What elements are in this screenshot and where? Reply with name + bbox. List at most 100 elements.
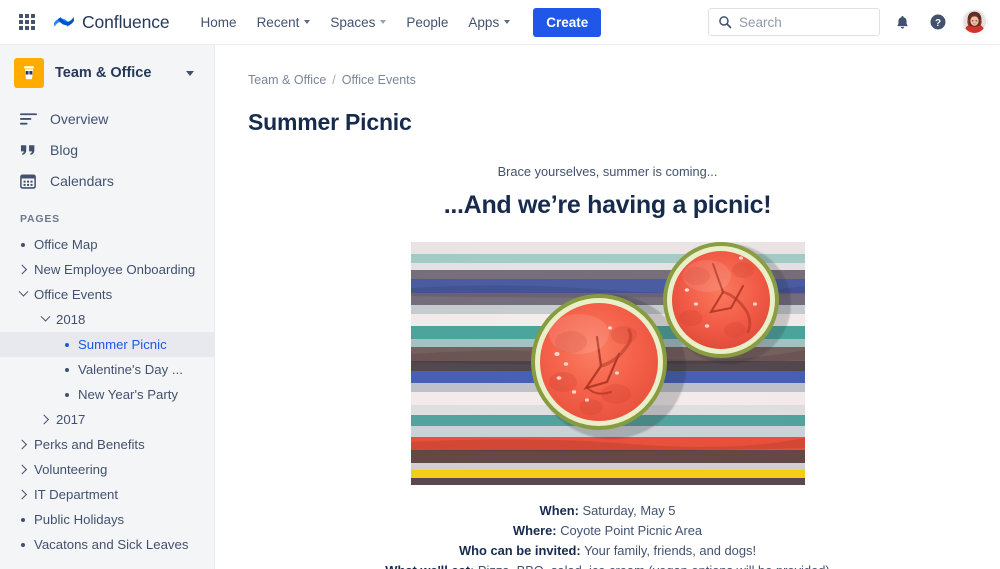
page-content: Brace yourselves, summer is coming... ..…	[215, 164, 1000, 569]
space-avatar	[14, 58, 44, 88]
chevron-right-icon[interactable]	[34, 414, 56, 425]
bullet-dot	[65, 342, 69, 347]
space-name: Team & Office	[55, 65, 152, 81]
question-circle-icon: ?	[930, 14, 946, 30]
event-detail-value: Your family, friends, and dogs!	[584, 543, 757, 558]
watermelon-photo	[410, 242, 805, 485]
content-headline: ...And we’re having a picnic!	[443, 191, 772, 219]
page-tree-item-label: Vacatons and Sick Leaves	[34, 537, 189, 552]
page-tree-item-label: Office Events	[34, 287, 113, 302]
bullet-dot-icon	[12, 242, 34, 247]
chevron-down-icon	[380, 20, 387, 24]
page-tree-item[interactable]: Volunteering	[0, 457, 214, 482]
space-nav-list: Overview Blog Calendars	[0, 101, 214, 196]
event-detail-value: Pizza, BBQ, salad, ice cream (vegan opti…	[478, 563, 830, 569]
user-avatar[interactable]	[962, 9, 988, 35]
chevron-down-icon[interactable]	[12, 286, 34, 298]
header-right-tools: ?	[708, 8, 990, 36]
breadcrumb-space-link[interactable]: Team & Office	[248, 73, 326, 87]
nav-item-label: People	[406, 14, 449, 30]
bullet-dot-icon	[56, 342, 78, 347]
page-tree-item-label: Office Map	[34, 237, 98, 252]
page-tree-item[interactable]: Summer Picnic	[0, 332, 214, 357]
nav-item-label: Recent	[256, 14, 300, 30]
event-details-list: When: Saturday, May 5 Where: Coyote Point…	[248, 501, 967, 569]
event-detail-line: Where: Coyote Point Picnic Area	[248, 521, 967, 541]
chevron-down-icon[interactable]	[34, 311, 56, 323]
page-tree-item-label: Volunteering	[34, 462, 108, 477]
event-detail-line: When: Saturday, May 5	[248, 501, 967, 521]
bullet-dot-icon	[56, 367, 78, 372]
page-tree-item-label: New Employee Onboarding	[34, 262, 196, 277]
chevron-right-icon[interactable]	[12, 264, 34, 275]
page-tree-item[interactable]: New Year's Party	[0, 382, 214, 407]
chevron-right-icon[interactable]	[12, 464, 34, 475]
nav-item-home[interactable]: Home	[192, 9, 246, 36]
page-tree-item[interactable]: 2017	[0, 407, 214, 432]
page-tree-item-label: New Year's Party	[78, 387, 179, 402]
avatar-image	[963, 10, 986, 33]
page-tree-item[interactable]: New Employee Onboarding	[0, 257, 214, 282]
coffee-cup-icon	[24, 66, 34, 80]
sidebar-item-overview[interactable]: Overview	[0, 103, 214, 134]
space-header[interactable]: Team & Office	[0, 45, 214, 101]
breadcrumb-parent-link[interactable]: Office Events	[342, 73, 416, 87]
bullet-dot-icon	[12, 517, 34, 522]
quote-marks-icon	[19, 143, 37, 157]
event-detail-value: Saturday, May 5	[582, 503, 676, 518]
pages-section-label: PAGES	[20, 213, 60, 225]
nav-item-people[interactable]: People	[397, 9, 457, 36]
search-icon	[719, 16, 732, 29]
confluence-home-link[interactable]: Confluence	[53, 11, 170, 33]
svg-text:?: ?	[935, 18, 941, 29]
event-detail-label: When:	[539, 503, 579, 518]
overview-lines-icon	[19, 112, 37, 126]
page-tree-item[interactable]: Office Map	[0, 232, 214, 257]
nav-item-apps[interactable]: Apps	[459, 9, 519, 36]
nav-item-recent[interactable]: Recent	[248, 9, 320, 36]
sidebar-item-label: Overview	[50, 110, 109, 127]
search-box[interactable]	[708, 8, 880, 36]
chevron-down-icon[interactable]	[186, 70, 194, 76]
product-name: Confluence	[82, 11, 170, 32]
sidebar-item-calendars[interactable]: Calendars	[0, 165, 214, 196]
bullet-dot	[21, 242, 25, 247]
event-detail-label: What we'll eat:	[385, 563, 474, 569]
chevron-right-icon[interactable]	[12, 439, 34, 450]
calendar-icon	[19, 173, 37, 189]
search-input[interactable]	[739, 14, 870, 30]
breadcrumb: Team & Office / Office Events	[215, 45, 1000, 87]
bullet-dot-icon	[56, 392, 78, 397]
page-tree-item[interactable]: Office Events	[0, 282, 214, 307]
bullet-dot	[65, 392, 69, 397]
nav-item-spaces[interactable]: Spaces	[321, 9, 395, 36]
create-button[interactable]: Create	[533, 7, 602, 37]
help-button[interactable]: ?	[924, 8, 952, 36]
page-title: Summer Picnic	[248, 109, 412, 135]
page-tree-item[interactable]: Perks and Benefits	[0, 432, 214, 457]
page-tree-item[interactable]: Public Holidays	[0, 507, 214, 532]
page-tree-item[interactable]: Valentine's Day ...	[0, 357, 214, 382]
chevron-down-glyph	[18, 286, 28, 297]
nav-item-label: Spaces	[330, 14, 376, 30]
sidebar-item-label: Blog	[50, 141, 79, 158]
bullet-dot	[65, 367, 69, 372]
bell-icon	[896, 15, 908, 28]
notifications-button[interactable]	[888, 8, 916, 36]
nav-item-label: Apps	[468, 14, 500, 30]
page-tree-item[interactable]: IT Department	[0, 482, 214, 507]
page-tree-item-label: Perks and Benefits	[34, 437, 145, 452]
chevron-right-icon[interactable]	[12, 489, 34, 500]
bullet-dot	[21, 542, 25, 547]
page-tree-item[interactable]: 2018	[0, 307, 214, 332]
event-detail-value: Coyote Point Picnic Area	[560, 523, 703, 538]
sidebar-item-blog[interactable]: Blog	[0, 134, 214, 165]
page-tree: Office Map New Employee Onboarding Office …	[0, 232, 214, 557]
page-tree-item[interactable]: Vacatons and Sick Leaves	[0, 532, 214, 557]
page-tree-item-label: Summer Picnic	[78, 337, 167, 352]
chevron-right-glyph	[16, 439, 27, 450]
chevron-right-glyph	[38, 414, 49, 425]
app-switcher-button[interactable]	[13, 8, 41, 36]
sidebar-item-label: Calendars	[50, 172, 114, 189]
main-content: Team & Office / Office Events Summer Pic…	[215, 45, 1000, 569]
